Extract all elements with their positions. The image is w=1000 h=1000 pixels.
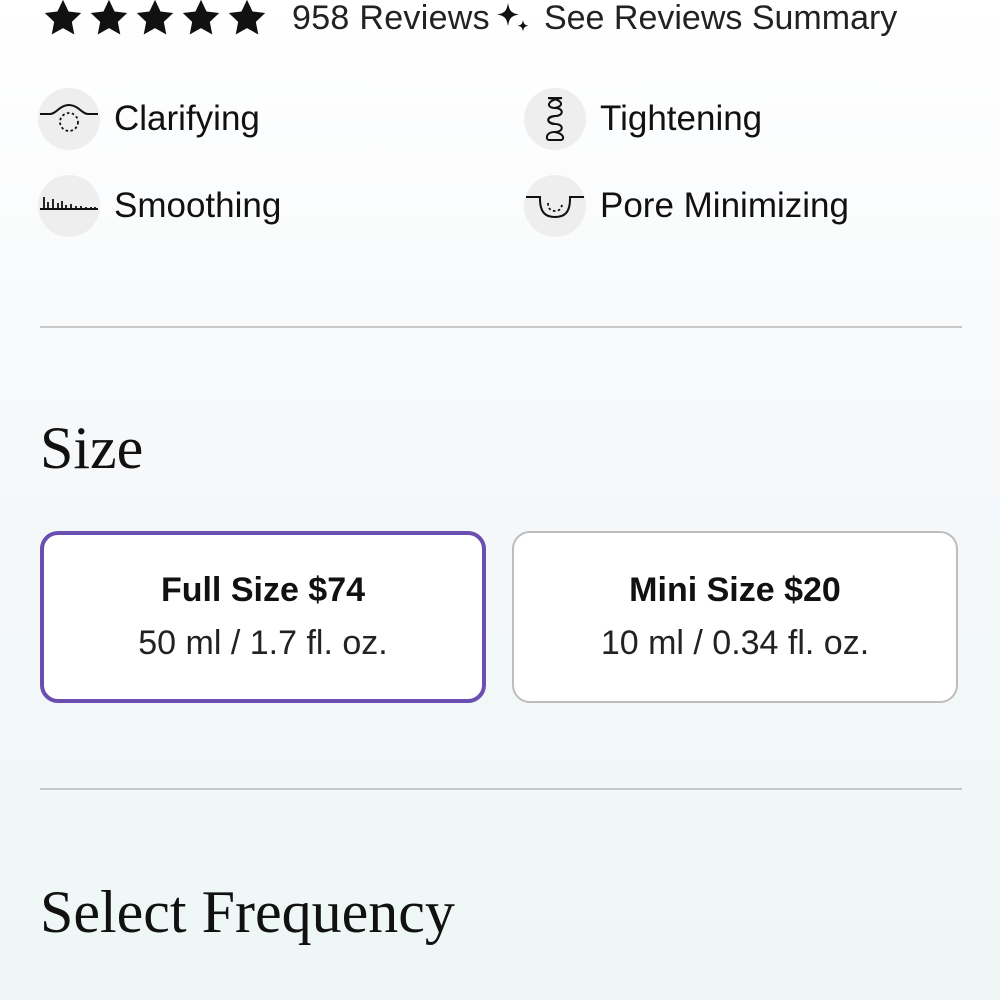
benefit-label: Pore Minimizing	[600, 186, 849, 225]
benefit-smoothing: Smoothing	[38, 175, 281, 237]
frequency-section-title: Select Frequency	[40, 879, 455, 945]
pore-minimizing-icon	[524, 175, 586, 237]
size-option-volume: 10 ml / 0.34 fl. oz.	[600, 624, 870, 662]
size-option-full[interactable]: Full Size $74 50 ml / 1.7 fl. oz.	[40, 531, 486, 703]
star-icon	[90, 0, 128, 35]
benefit-label: Clarifying	[114, 99, 260, 138]
star-icon	[136, 0, 174, 35]
size-section-title: Size	[40, 415, 144, 481]
benefits-grid: Clarifying Tightening Smoothing Pore Min…	[38, 88, 968, 238]
benefit-pore-minimizing: Pore Minimizing	[524, 175, 849, 237]
divider	[40, 788, 962, 790]
star-rating[interactable]	[40, 0, 270, 41]
size-option-name: Full Size $74	[160, 571, 366, 609]
benefit-label: Smoothing	[114, 186, 282, 225]
benefit-clarifying: Clarifying	[38, 88, 260, 150]
clarifying-icon	[38, 88, 100, 150]
star-icon	[228, 0, 266, 35]
size-option-name: Mini Size $20	[629, 571, 841, 609]
tightening-icon	[524, 88, 586, 150]
sparkle-icon	[496, 3, 529, 32]
reviews-row: 958 Reviews See Reviews Summary	[40, 0, 897, 44]
size-option-mini[interactable]: Mini Size $20 10 ml / 0.34 fl. oz.	[512, 531, 958, 703]
benefit-tightening: Tightening	[524, 88, 762, 150]
star-icon	[182, 0, 220, 35]
benefit-label: Tightening	[600, 99, 763, 138]
star-icon	[44, 0, 82, 35]
size-option-volume: 50 ml / 1.7 fl. oz.	[138, 624, 388, 662]
divider	[40, 326, 962, 328]
smoothing-icon	[38, 175, 100, 237]
see-reviews-summary-link[interactable]: See Reviews Summary	[492, 0, 897, 39]
review-count-link[interactable]: 958 Reviews	[292, 0, 490, 38]
see-reviews-summary-label: See Reviews Summary	[543, 0, 898, 37]
